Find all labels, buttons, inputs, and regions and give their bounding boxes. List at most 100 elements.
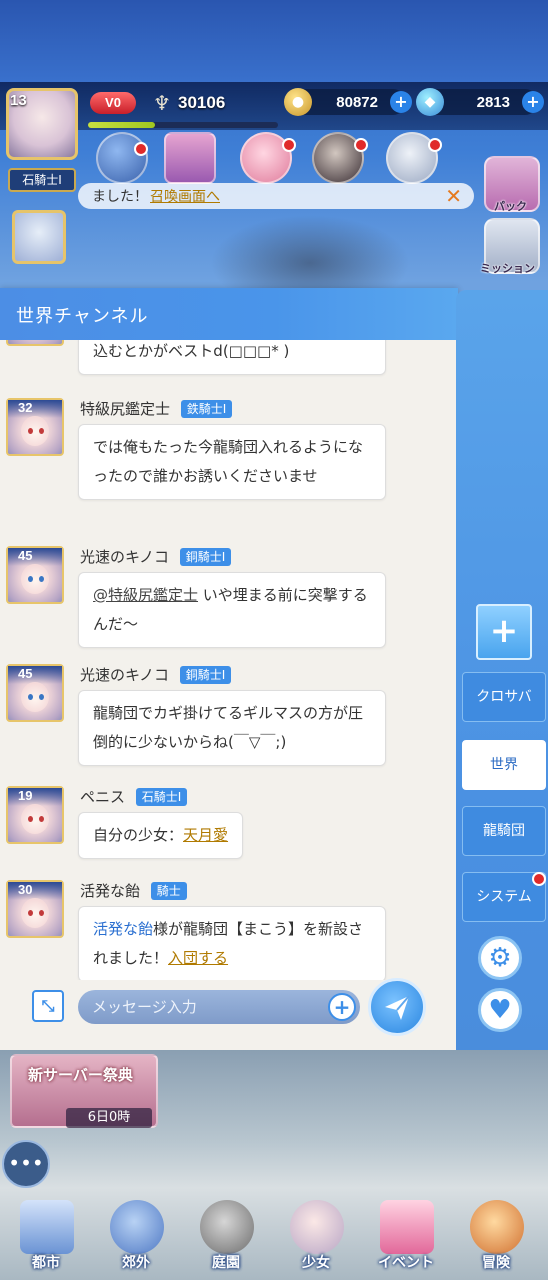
message-input[interactable] [78, 990, 360, 1024]
notice-link[interactable]: 召喚画面へ [150, 186, 220, 206]
nav-girls[interactable]: 少女 [276, 1200, 356, 1278]
top-menu-icons [90, 132, 470, 186]
nav-label: 少女 [302, 1255, 330, 1271]
add-gem-button[interactable]: + [522, 91, 544, 113]
bottom-nav: 都市 郊外 庭園 少女 イベント 冒険 [0, 1190, 548, 1280]
gold-coin-icon: ● [284, 88, 312, 116]
tab-world[interactable]: 世界 [462, 740, 546, 790]
avatar[interactable] [6, 340, 64, 346]
lock-icon [200, 1200, 254, 1254]
avatar-face [21, 416, 49, 446]
message-text: 込むとかがベストd(□□□* ) [93, 342, 290, 360]
mention-link[interactable]: @特級尻鑑定士 [93, 586, 198, 604]
avatar[interactable]: 32 [6, 398, 64, 456]
collapse-icon[interactable]: ⤡ [32, 990, 64, 1022]
notification-dot [428, 138, 442, 152]
power-progress-bar [88, 122, 278, 128]
avatar[interactable]: 45 [6, 546, 64, 604]
sender-name-text: 光速のキノコ [80, 548, 169, 566]
nav-garden[interactable]: 庭園 [186, 1200, 266, 1278]
message-bubble: 活発な飴様が龍騎団【まこう】を新設されました！入団する [78, 906, 386, 980]
sender-name[interactable]: 光速のキノコ 銅騎士I [80, 546, 232, 567]
avatar-eye [28, 428, 33, 434]
nav-event[interactable]: イベント [366, 1200, 446, 1278]
join-guild-link[interactable]: 入団する [168, 949, 228, 967]
avatar[interactable]: 30 [6, 880, 64, 938]
gem-icon: ◆ [416, 88, 444, 116]
avatar-eye [39, 816, 44, 822]
gear-icon[interactable]: ⚙ [478, 936, 522, 980]
rank-badge: 騎士 [150, 882, 187, 900]
compass-icon [110, 1200, 164, 1254]
nav-label: 郊外 [122, 1255, 150, 1271]
rank-badge: 石騎士I [135, 788, 188, 806]
sender-name[interactable]: 特級尻鑑定士 鉄騎士I [80, 398, 233, 419]
sender-name[interactable]: 光速のキノコ 銅騎士I [80, 664, 232, 685]
highlighted-name[interactable]: 活発な飴 [93, 920, 153, 938]
nav-label: イベント [378, 1255, 434, 1271]
avatar-eye [39, 428, 44, 434]
guild-card[interactable] [12, 210, 66, 264]
nav-suburbs[interactable]: 郊外 [96, 1200, 176, 1278]
power-progress-fill [88, 122, 155, 128]
gift-icon [380, 1200, 434, 1254]
gold-counter: ● 80872 + [284, 88, 412, 116]
avatar-eye [28, 694, 33, 700]
message-bubble: @特級尻鑑定士 いや埋まる前に突撃するんだ～ [78, 572, 386, 648]
event-timer: 6日0時 [66, 1108, 152, 1128]
tab-guild[interactable]: 龍騎団 [462, 806, 546, 856]
chat-message-list[interactable]: 込むとかがベストd(□□□* ) 32 特級尻鑑定士 鉄騎士I では俺もたった今… [0, 340, 458, 980]
chat-icon[interactable]: ••• [2, 1140, 50, 1188]
heart-icon[interactable]: ♥ [478, 988, 522, 1032]
nav-label: 都市 [32, 1255, 60, 1271]
close-icon[interactable]: ✕ [445, 183, 462, 209]
chat-header: 世界チャンネル [0, 288, 458, 340]
sender-name-text: ペニス [80, 788, 126, 806]
player-level: 13 [10, 92, 27, 109]
player-rank-badge: 石騎士I [8, 168, 76, 192]
dragon-illustration [210, 215, 410, 295]
avatar-eye [28, 576, 33, 582]
notification-dot [282, 138, 296, 152]
avatar[interactable]: 45 [6, 664, 64, 722]
power-value: 30106 [178, 93, 226, 112]
message-bubble: 込むとかがベストd(□□□* ) [78, 340, 386, 375]
card-icon[interactable] [164, 132, 216, 184]
pack-label: パック [494, 200, 527, 213]
sender-name[interactable]: 活発な飴 騎士 [80, 880, 187, 901]
antler-icon: ♆ [153, 91, 171, 115]
avatar-eye [28, 910, 33, 916]
avatar-eye [39, 910, 44, 916]
rank-badge: 鉄騎士I [180, 400, 233, 418]
avatar-face [21, 804, 49, 834]
send-icon [385, 995, 410, 1020]
gem-amount: 2813 [476, 93, 510, 111]
avatar-face [21, 682, 49, 712]
castle-icon [20, 1200, 74, 1254]
nav-city[interactable]: 都市 [6, 1200, 86, 1278]
avatar[interactable]: 19 [6, 786, 64, 844]
tab-crossserver[interactable]: クロサバ [462, 672, 546, 722]
nav-label: 庭園 [212, 1255, 240, 1271]
nav-label: 冒険 [482, 1255, 510, 1271]
sender-name-text: 活発な飴 [80, 882, 141, 900]
nav-adventure[interactable]: 冒険 [456, 1200, 536, 1278]
notification-dot [134, 142, 148, 156]
avatar-eye [28, 816, 33, 822]
notice-text: ました！ [92, 189, 148, 205]
rank-badge: 銅騎士I [179, 666, 232, 684]
add-gold-button[interactable]: + [390, 91, 412, 113]
recruit-icon[interactable] [96, 132, 148, 184]
gem-counter: ◆ 2813 + [416, 88, 544, 116]
vip-badge[interactable]: V0 [90, 92, 136, 114]
notice-banner: ました！ 召喚画面へ ✕ [78, 183, 474, 209]
add-attachment-button[interactable]: + [328, 993, 356, 1021]
add-channel-button[interactable]: + [476, 604, 532, 660]
gold-amount: 80872 [336, 93, 378, 111]
event-title: 新サーバー祭典 [28, 1066, 133, 1084]
girl-link[interactable]: 天月愛 [183, 826, 228, 844]
sender-name[interactable]: ペニス 石騎士I [80, 786, 188, 807]
message-bubble: 自分の少女：天月愛 [78, 812, 244, 859]
send-button[interactable] [368, 978, 426, 1036]
message-bubble: 龍騎団でカギ掛けてるギルマスの方が圧倒的に少ないからね(￣▽￣;) [78, 690, 386, 766]
